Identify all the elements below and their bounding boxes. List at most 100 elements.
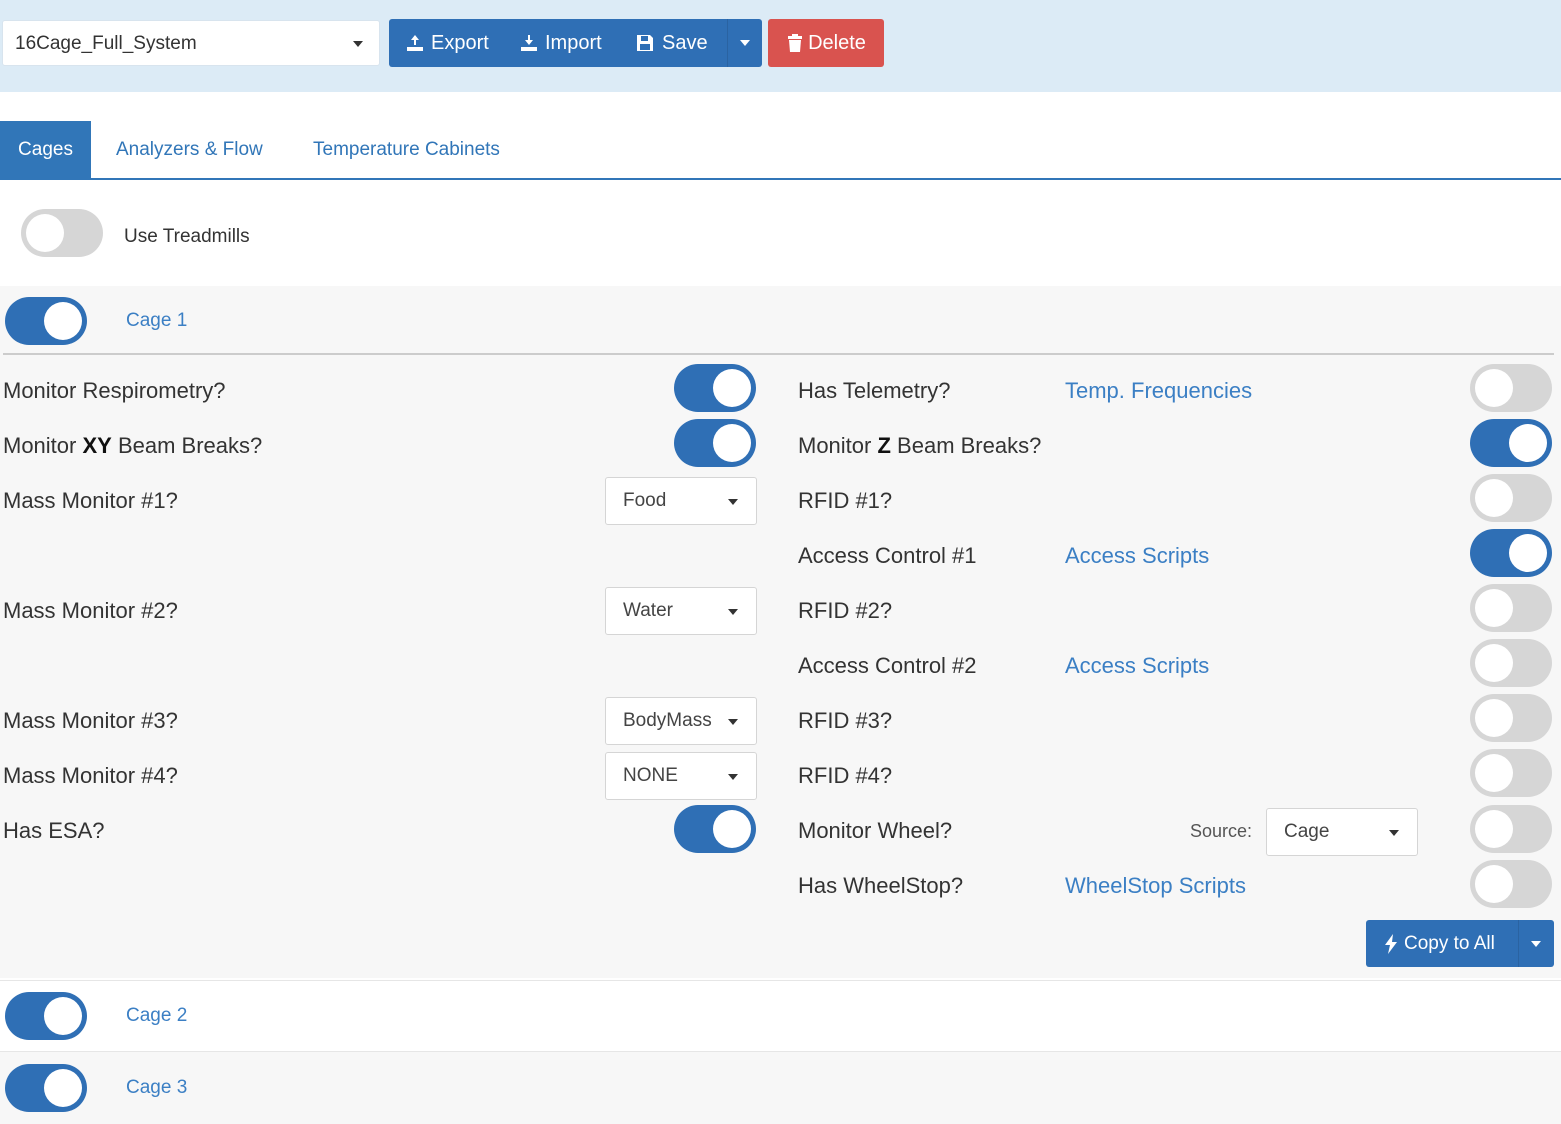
lightning-bolt-icon xyxy=(1385,934,1397,954)
label-suffix: Beam Breaks? xyxy=(890,433,1042,458)
caret-down-icon[interactable] xyxy=(1531,941,1541,947)
cage-3-row xyxy=(0,1051,1561,1124)
tab-cages[interactable]: Cages xyxy=(0,121,91,179)
rfid-3-toggle[interactable] xyxy=(1470,694,1552,742)
cage-1-link[interactable]: Cage 1 xyxy=(126,310,187,332)
access-control-1-toggle[interactable] xyxy=(1470,529,1552,577)
tab-analyzers-flow-label: Analyzers & Flow xyxy=(116,139,263,160)
access-control-1-label: Access Control #1 xyxy=(798,543,977,568)
caret-down-icon xyxy=(740,40,750,46)
rfid-4-toggle[interactable] xyxy=(1470,749,1552,797)
has-esa-label: Has ESA? xyxy=(3,818,105,843)
toggle-knob xyxy=(44,997,82,1035)
monitor-respirometry-toggle[interactable] xyxy=(674,364,756,412)
cage-2-row xyxy=(0,980,1561,1051)
toggle-knob xyxy=(1475,699,1513,737)
tab-cages-label: Cages xyxy=(18,139,73,160)
configuration-select[interactable]: 16Cage_Full_System xyxy=(2,20,380,66)
mass-monitor-1-select[interactable]: Food xyxy=(605,477,757,525)
chevron-down-icon xyxy=(728,774,738,780)
mass-monitor-4-select[interactable]: NONE xyxy=(605,752,757,800)
rfid-2-label: RFID #2? xyxy=(798,598,893,623)
temp-frequencies-link[interactable]: Temp. Frequencies xyxy=(1065,378,1252,404)
save-label: Save xyxy=(662,31,708,54)
toggle-knob xyxy=(1475,865,1513,903)
has-wheelstop-toggle[interactable] xyxy=(1470,860,1552,908)
wheel-source-select[interactable]: Cage xyxy=(1266,808,1418,856)
access-control-2-label: Access Control #2 xyxy=(798,653,977,678)
monitor-z-beam-breaks-label: Monitor Z Beam Breaks? xyxy=(798,433,1041,459)
file-actions-button-group: Export Import Save xyxy=(389,19,762,67)
rfid-4-label: RFID #4? xyxy=(798,763,893,788)
use-treadmills-toggle[interactable] xyxy=(21,209,103,257)
access-scripts-2-link[interactable]: Access Scripts xyxy=(1065,653,1209,679)
save-options-dropdown-button[interactable] xyxy=(728,19,762,67)
tab-temperature-cabinets[interactable]: Temperature Cabinets xyxy=(313,121,500,179)
import-button[interactable]: Import xyxy=(519,19,602,67)
trash-icon xyxy=(788,34,803,52)
mass-monitor-1-value: Food xyxy=(623,490,667,511)
toggle-knob xyxy=(1475,810,1513,848)
monitor-xy-beam-breaks-label: Monitor XY Beam Breaks? xyxy=(3,433,262,459)
tab-analyzers-flow[interactable]: Analyzers & Flow xyxy=(116,121,263,179)
mass-monitor-3-value: BodyMass xyxy=(623,710,712,731)
mass-monitor-3-select[interactable]: BodyMass xyxy=(605,697,757,745)
rfid-3-label: RFID #3? xyxy=(798,708,893,733)
use-treadmills-label: Use Treadmills xyxy=(124,226,250,247)
copy-to-all-button[interactable]: Copy to All xyxy=(1366,920,1554,967)
mass-monitor-2-label: Mass Monitor #2? xyxy=(3,598,178,623)
wheel-source-value: Cage xyxy=(1284,821,1330,842)
cage-1-toggle[interactable] xyxy=(5,297,87,345)
toggle-knob xyxy=(1509,534,1547,572)
split-divider xyxy=(1518,920,1519,967)
rfid-1-label: RFID #1? xyxy=(798,488,893,513)
import-icon xyxy=(521,35,537,51)
wheel-source-label: Source: xyxy=(1190,821,1253,841)
export-label: Export xyxy=(431,31,489,54)
toggle-knob xyxy=(1475,589,1513,627)
toggle-knob xyxy=(1475,369,1513,407)
save-button[interactable]: Save xyxy=(634,19,708,67)
has-esa-toggle[interactable] xyxy=(674,805,756,853)
toggle-knob xyxy=(1475,754,1513,792)
label-prefix: Monitor xyxy=(798,433,878,458)
label-suffix: Beam Breaks? xyxy=(111,433,263,458)
cage-3-toggle[interactable] xyxy=(5,1064,87,1112)
label-bold: Z xyxy=(877,433,891,458)
cage-2-link[interactable]: Cage 2 xyxy=(126,1005,187,1027)
chevron-down-icon xyxy=(728,499,738,505)
delete-label: Delete xyxy=(808,31,866,54)
cage-2-toggle[interactable] xyxy=(5,992,87,1040)
rfid-2-toggle[interactable] xyxy=(1470,584,1552,632)
tab-underline xyxy=(0,178,1561,180)
toggle-knob xyxy=(713,424,751,462)
chevron-down-icon xyxy=(728,609,738,615)
toggle-knob xyxy=(713,810,751,848)
has-telemetry-toggle[interactable] xyxy=(1470,364,1552,412)
mass-monitor-1-label: Mass Monitor #1? xyxy=(3,488,178,513)
monitor-z-beam-breaks-toggle[interactable] xyxy=(1470,419,1552,467)
chevron-down-icon xyxy=(1389,830,1399,836)
wheelstop-scripts-link[interactable]: WheelStop Scripts xyxy=(1065,873,1246,899)
mass-monitor-2-select[interactable]: Water xyxy=(605,587,757,635)
export-icon xyxy=(407,35,423,51)
has-wheelstop-label: Has WheelStop? xyxy=(798,873,964,898)
tab-temperature-cabinets-label: Temperature Cabinets xyxy=(313,139,500,160)
mass-monitor-2-value: Water xyxy=(623,600,673,621)
cage-1-divider xyxy=(3,353,1554,355)
delete-button[interactable]: Delete xyxy=(768,19,884,67)
access-scripts-1-link[interactable]: Access Scripts xyxy=(1065,543,1209,569)
monitor-xy-beam-breaks-toggle[interactable] xyxy=(674,419,756,467)
label-bold: XY xyxy=(82,433,112,458)
configuration-select-value: 16Cage_Full_System xyxy=(15,33,197,54)
copy-to-all-content: Copy to All xyxy=(1384,933,1495,955)
toggle-knob xyxy=(44,302,82,340)
cage-3-link[interactable]: Cage 3 xyxy=(126,1077,187,1099)
toggle-knob xyxy=(713,369,751,407)
mass-monitor-3-label: Mass Monitor #3? xyxy=(3,708,178,733)
rfid-1-toggle[interactable] xyxy=(1470,474,1552,522)
access-control-2-toggle[interactable] xyxy=(1470,639,1552,687)
monitor-wheel-toggle[interactable] xyxy=(1470,805,1552,853)
export-button[interactable]: Export xyxy=(405,19,489,67)
monitor-respirometry-label: Monitor Respirometry? xyxy=(3,378,226,403)
